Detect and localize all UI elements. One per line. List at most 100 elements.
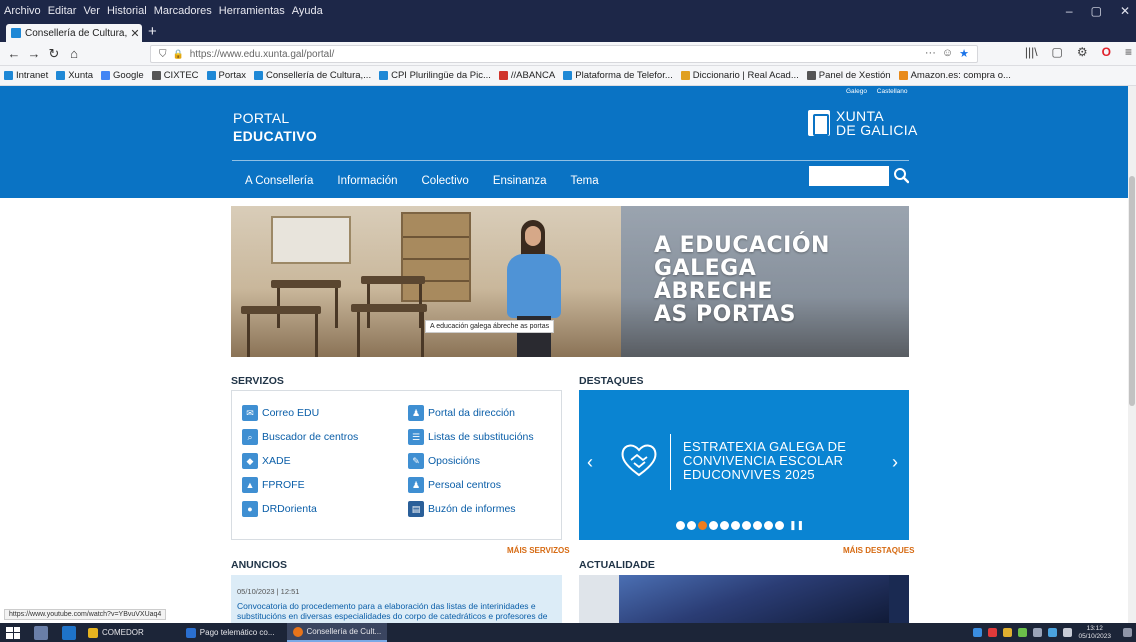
bookmark-item[interactable]: Intranet: [4, 70, 48, 81]
bookmark-item[interactable]: //ABANCA: [498, 70, 555, 81]
network-icon[interactable]: [1048, 628, 1058, 637]
hamburger-menu-icon[interactable]: ≡: [1125, 45, 1132, 59]
menu-editar[interactable]: Editar: [48, 5, 77, 17]
forward-arrow-icon[interactable]: →: [24, 46, 44, 61]
lock-icon[interactable]: 🔒: [173, 49, 184, 60]
bookmark-item[interactable]: Google: [101, 70, 144, 81]
bookmark-item[interactable]: Plataforma de Telefor...: [563, 70, 673, 81]
scroll-thumb[interactable]: [1129, 176, 1135, 406]
bookmark-favicon-icon: [151, 71, 161, 80]
bookmark-item[interactable]: Diccionario | Real Acad...: [680, 70, 799, 81]
carousel-dot[interactable]: [764, 521, 773, 530]
nav-ensinanza[interactable]: Ensinanza: [493, 175, 547, 187]
service-oposicions[interactable]: ✎ Oposicións: [408, 453, 480, 469]
bookmark-item[interactable]: Panel de Xestión: [806, 70, 891, 81]
anuncio-link[interactable]: Convocatoria do procedemento para a elab…: [237, 601, 557, 621]
tray-app-icon[interactable]: [973, 628, 983, 637]
service-correo-edu[interactable]: ✉ Correo EDU: [242, 405, 319, 421]
bookmark-item[interactable]: CIXTEC: [151, 70, 199, 81]
hero-banner[interactable]: A EDUCACIÓN GALEGA ÁBRECHE AS PORTAS A e…: [231, 206, 909, 357]
tray-app-icon[interactable]: [988, 628, 998, 637]
taskbar-pago[interactable]: Pago telemático co...: [180, 623, 281, 642]
service-fprofe[interactable]: ▲ FPROFE: [242, 477, 305, 493]
task-view-icon[interactable]: [34, 625, 48, 640]
back-arrow-icon[interactable]: ←: [4, 46, 24, 61]
carousel-next-icon[interactable]: ›: [892, 452, 898, 473]
carousel-dot[interactable]: [687, 521, 696, 530]
menu-historial[interactable]: Historial: [107, 5, 147, 17]
destaques-carousel[interactable]: ‹ ESTRATEXIA GALEGA DE CONVIVENCIA ESCOL…: [579, 390, 909, 540]
url-text[interactable]: https://www.edu.xunta.gal/portal/: [190, 49, 335, 60]
tray-app-icon[interactable]: [1033, 628, 1043, 637]
service-xade[interactable]: ◆ XADE: [242, 453, 291, 469]
notifications-icon[interactable]: [1123, 628, 1132, 637]
library-icon[interactable]: |||\: [1025, 45, 1038, 59]
bookmark-item[interactable]: Xunta: [56, 70, 93, 81]
menu-archivo[interactable]: Archivo: [4, 5, 41, 17]
menu-ayuda[interactable]: Ayuda: [292, 5, 323, 17]
url-bar[interactable]: ⛉ 🔒 https://www.edu.xunta.gal/portal/ ··…: [150, 45, 978, 63]
nav-a-conselleria[interactable]: A Consellería: [245, 175, 313, 187]
bookmark-favicon-icon: [254, 71, 263, 80]
carousel-prev-icon[interactable]: ‹: [587, 452, 593, 473]
carousel-dot[interactable]: [731, 521, 740, 530]
taskbar-firefox[interactable]: Consellería de Cult...: [286, 623, 388, 642]
carousel-dot[interactable]: [676, 521, 685, 530]
menu-ver[interactable]: Ver: [83, 5, 100, 17]
opera-icon[interactable]: O: [1102, 45, 1111, 59]
new-tab-button[interactable]: +: [148, 23, 157, 40]
edge-browser-icon[interactable]: [62, 625, 76, 640]
tray-app-icon[interactable]: [1018, 628, 1028, 637]
bookmark-item[interactable]: Consellería de Cultura,...: [254, 70, 371, 81]
minimize-button[interactable]: –: [1066, 4, 1073, 18]
bookmark-star-icon[interactable]: ★: [959, 47, 969, 60]
pocket-icon[interactable]: ☺: [942, 47, 953, 60]
sidebar-icon[interactable]: ▢: [1052, 45, 1063, 59]
system-clock[interactable]: 13:12 05/10/2023: [1078, 625, 1111, 641]
lang-castellano[interactable]: Castellano: [877, 88, 908, 95]
tab-close-icon[interactable]: ✕: [128, 27, 142, 40]
bookmark-item[interactable]: Portax: [206, 70, 246, 81]
bookmark-item[interactable]: CPI Plurilingüe da Pic...: [379, 70, 491, 81]
extensions-icon[interactable]: ⚙: [1077, 45, 1088, 59]
browser-tab[interactable]: Consellería de Cultura, Educac... ✕: [6, 24, 142, 42]
menu-herramientas[interactable]: Herramientas: [219, 5, 285, 17]
carousel-dot[interactable]: [775, 521, 784, 530]
carousel-pause-icon[interactable]: ❚❚: [789, 520, 804, 531]
carousel-dot[interactable]: [698, 521, 707, 530]
mais-destaques-link[interactable]: MÁIS DESTAQUES: [843, 546, 914, 555]
actualidade-image[interactable]: [579, 575, 909, 625]
carousel-dot[interactable]: [720, 521, 729, 530]
service-buscador[interactable]: ⌕ Buscador de centros: [242, 429, 358, 445]
search-input[interactable]: [809, 166, 889, 186]
menu-marcadores[interactable]: Marcadores: [154, 5, 212, 17]
search-icon[interactable]: [893, 167, 909, 185]
mais-servizos-link[interactable]: MÁIS SERVIZOS: [507, 546, 570, 555]
lang-galego[interactable]: Galego: [846, 88, 867, 95]
taskbar-comedor[interactable]: COMEDOR: [82, 623, 150, 642]
windows-start-icon[interactable]: [6, 626, 20, 639]
maximize-button[interactable]: ▢: [1091, 4, 1102, 18]
portal-educativo-logo[interactable]: PORTAL EDUCATIVO: [233, 109, 317, 145]
nav-colectivo[interactable]: Colectivo: [422, 175, 469, 187]
service-buzon[interactable]: ▤ Buzón de informes: [408, 501, 516, 517]
bookmark-item[interactable]: Amazon.es: compra o...: [898, 70, 1011, 81]
nav-informacion[interactable]: Información: [337, 175, 397, 187]
volume-icon[interactable]: [1063, 628, 1073, 637]
carousel-dot[interactable]: [709, 521, 718, 530]
reload-icon[interactable]: ↻: [44, 46, 64, 62]
service-drdorienta[interactable]: ● DRDorienta: [242, 501, 317, 517]
service-listas[interactable]: ☰ Listas de substitucións: [408, 429, 534, 445]
carousel-dot[interactable]: [742, 521, 751, 530]
service-persoal[interactable]: ♟ Persoal centros: [408, 477, 501, 493]
page-actions-icon[interactable]: ···: [925, 47, 936, 60]
service-portal-direccion[interactable]: ♟ Portal da dirección: [408, 405, 515, 421]
tray-app-icon[interactable]: [1003, 628, 1013, 637]
home-icon[interactable]: ⌂: [64, 46, 84, 61]
carousel-dot[interactable]: [753, 521, 762, 530]
close-window-button[interactable]: ✕: [1120, 4, 1130, 18]
xunta-logo[interactable]: XUNTA DE GALICIA: [808, 109, 918, 137]
page-scrollbar[interactable]: [1128, 86, 1136, 623]
nav-tema[interactable]: Tema: [571, 175, 599, 187]
shield-icon[interactable]: ⛉: [159, 49, 167, 60]
